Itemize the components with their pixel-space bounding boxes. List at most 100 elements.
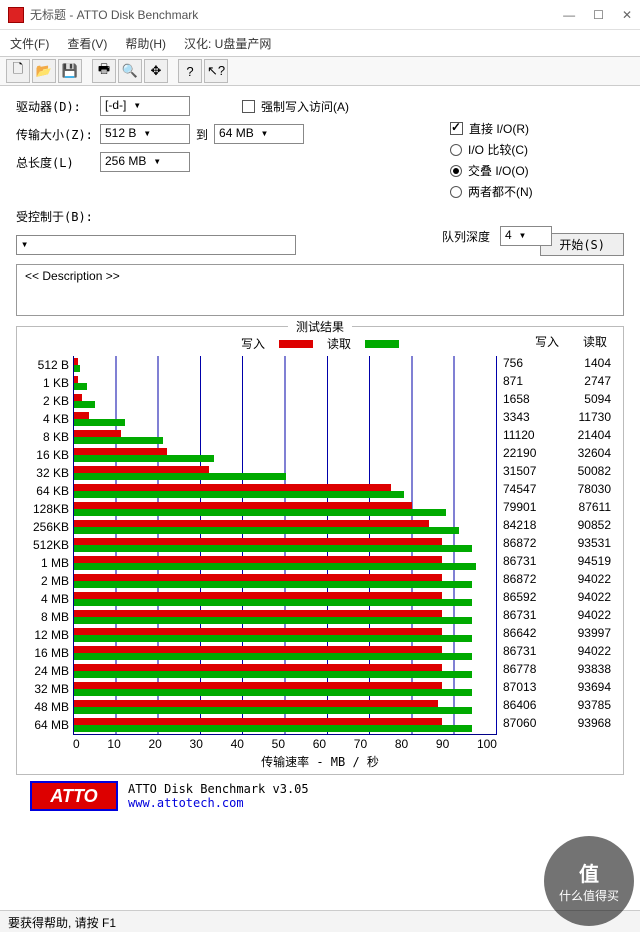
- read-bar: [74, 419, 125, 426]
- y-label: 2 KB: [23, 392, 69, 410]
- save-icon[interactable]: 💾: [58, 59, 82, 83]
- maximize-button[interactable]: ☐: [593, 8, 604, 22]
- force-write-checkbox[interactable]: [242, 100, 255, 113]
- read-bar: [74, 653, 472, 660]
- status-bar: 要获得帮助, 请按 F1: [0, 910, 640, 932]
- direct-io-checkbox[interactable]: [450, 122, 463, 135]
- controlled-by-select[interactable]: ▾: [16, 235, 296, 255]
- atto-logo: ATTO: [30, 781, 118, 811]
- url-link[interactable]: www.attotech.com: [128, 796, 309, 810]
- read-bar: [74, 509, 446, 516]
- len-select[interactable]: 256 MB ▾: [100, 152, 190, 172]
- write-bar: [74, 466, 209, 473]
- value-row: 8673194022: [497, 644, 617, 662]
- titlebar: 无标题 - ATTO Disk Benchmark — ☐ ✕: [0, 0, 640, 30]
- bar-row: [74, 626, 497, 644]
- results-fieldset: 测试结果 写入 读取 写入 读取 512 B1 KB2 KB4 KB8 KB16…: [16, 326, 624, 775]
- write-bar: [74, 664, 442, 671]
- bar-row: [74, 392, 497, 410]
- y-label: 4 KB: [23, 410, 69, 428]
- value-row: 8664293997: [497, 626, 617, 644]
- description-box[interactable]: << Description >>: [16, 264, 624, 316]
- y-label: 512KB: [23, 536, 69, 554]
- bar-row: [74, 680, 497, 698]
- y-label: 12 MB: [23, 626, 69, 644]
- read-bar: [74, 617, 472, 624]
- help-icon[interactable]: ?: [178, 59, 202, 83]
- write-bar: [74, 556, 442, 563]
- preview-icon[interactable]: 🔍: [118, 59, 142, 83]
- bar-row: [74, 590, 497, 608]
- xfer-min-select[interactable]: 512 B ▾: [100, 124, 190, 144]
- write-bar: [74, 484, 391, 491]
- queue-select[interactable]: 4 ▾: [500, 226, 552, 246]
- bar-row: [74, 644, 497, 662]
- move-icon[interactable]: ✥: [144, 59, 168, 83]
- app-icon: [8, 7, 24, 23]
- read-bar: [74, 437, 163, 444]
- y-label: 2 MB: [23, 572, 69, 590]
- write-bar: [74, 394, 82, 401]
- y-label: 48 MB: [23, 698, 69, 716]
- value-row: 8659294022: [497, 590, 617, 608]
- value-row: 7561404: [497, 356, 617, 374]
- results-legend: 测试结果: [288, 318, 352, 335]
- y-label: 256KB: [23, 518, 69, 536]
- y-label: 16 KB: [23, 446, 69, 464]
- value-row: 8421890852: [497, 518, 617, 536]
- menu-help[interactable]: 帮助(H): [125, 35, 166, 52]
- write-bar: [74, 412, 89, 419]
- value-row: 8687293531: [497, 536, 617, 554]
- bar-row: [74, 374, 497, 392]
- read-bar: [74, 527, 459, 534]
- write-bar: [74, 610, 442, 617]
- write-bar: [74, 358, 78, 365]
- y-label: 32 KB: [23, 464, 69, 482]
- write-bar: [74, 718, 442, 725]
- bar-row: [74, 482, 497, 500]
- read-bar: [74, 581, 472, 588]
- y-label: 8 KB: [23, 428, 69, 446]
- bar-row: [74, 356, 497, 374]
- io-compare-label: I/O 比较(C): [468, 141, 528, 158]
- print-icon[interactable]: 🖶: [92, 59, 116, 83]
- y-label: 128KB: [23, 500, 69, 518]
- y-label: 1 KB: [23, 374, 69, 392]
- read-bar: [74, 545, 472, 552]
- write-bar: [74, 448, 167, 455]
- menu-view[interactable]: 查看(V): [67, 35, 107, 52]
- read-bar: [74, 671, 472, 678]
- value-row: 7990187611: [497, 500, 617, 518]
- y-label: 32 MB: [23, 680, 69, 698]
- overlap-io-radio[interactable]: [450, 165, 462, 177]
- io-compare-radio[interactable]: [450, 144, 462, 156]
- drive-select[interactable]: [-d-] ▾: [100, 96, 190, 116]
- value-row: 334311730: [497, 410, 617, 428]
- open-icon[interactable]: 📂: [32, 59, 56, 83]
- y-label: 512 B: [23, 356, 69, 374]
- y-label: 64 KB: [23, 482, 69, 500]
- read-bar: [74, 707, 472, 714]
- minimize-button[interactable]: —: [563, 8, 575, 22]
- value-row: 8712747: [497, 374, 617, 392]
- value-row: 16585094: [497, 392, 617, 410]
- direct-io-label: 直接 I/O(R): [469, 120, 529, 137]
- y-label: 24 MB: [23, 662, 69, 680]
- start-button[interactable]: 开始(S): [540, 233, 624, 256]
- new-icon[interactable]: 🗋: [6, 59, 30, 83]
- read-bar: [74, 473, 286, 480]
- pointer-help-icon[interactable]: ↖?: [204, 59, 228, 83]
- close-button[interactable]: ✕: [622, 8, 632, 22]
- version-text: ATTO Disk Benchmark v3.05: [128, 782, 309, 796]
- write-bar: [74, 682, 442, 689]
- write-bar: [74, 628, 442, 635]
- y-label: 4 MB: [23, 590, 69, 608]
- xfer-max-select[interactable]: 64 MB ▾: [214, 124, 304, 144]
- write-swatch: [279, 340, 313, 348]
- menu-han: 汉化: U盘量产网: [184, 35, 271, 52]
- menu-file[interactable]: 文件(F): [10, 35, 49, 52]
- neither-radio[interactable]: [450, 186, 462, 198]
- read-bar: [74, 563, 476, 570]
- ctrl-label: 受控制于(B):: [16, 208, 94, 225]
- read-swatch: [365, 340, 399, 348]
